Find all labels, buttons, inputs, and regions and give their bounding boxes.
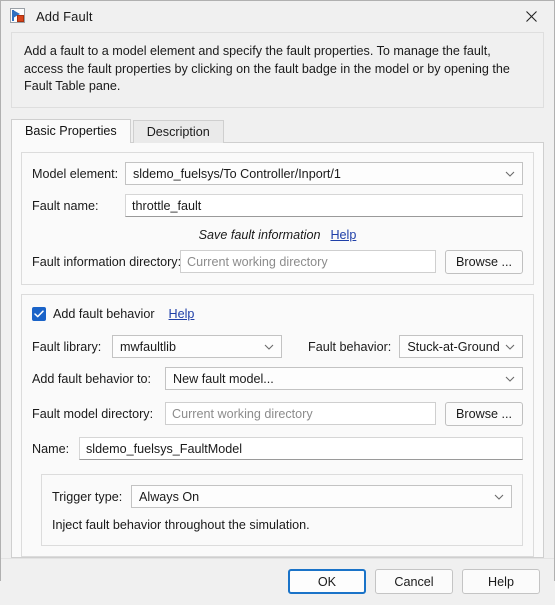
- chevron-down-icon: [505, 376, 515, 382]
- fault-name-input[interactable]: throttle_fault: [125, 194, 523, 217]
- add-fault-behavior-to-value: New fault model...: [173, 371, 274, 386]
- tab-description[interactable]: Description: [132, 119, 224, 143]
- fault-model-directory-row: Fault model directory: Current working d…: [32, 401, 523, 426]
- add-fault-behavior-label: Add fault behavior: [53, 306, 155, 321]
- fault-info-group: Model element: sldemo_fuelsys/To Control…: [21, 151, 534, 285]
- title-bar: Add Fault: [1, 1, 554, 32]
- add-fault-behavior-row: Add fault behavior Help: [32, 304, 523, 324]
- add-fault-behavior-to-row: Add fault behavior to: New fault model..…: [32, 367, 523, 391]
- save-fault-info-row: Save fault information Help: [32, 225, 523, 245]
- model-element-label: Model element:: [32, 166, 119, 181]
- add-fault-behavior-checkbox[interactable]: [32, 306, 46, 321]
- fault-library-row: Fault library: mwfaultlib Fault behavior…: [32, 335, 523, 359]
- fault-behavior-value: Stuck-at-Ground: [407, 339, 500, 354]
- add-fault-behavior-help-link[interactable]: Help: [169, 307, 195, 321]
- trigger-type-combo[interactable]: Always On: [131, 485, 512, 508]
- window-title: Add Fault: [36, 9, 93, 24]
- fault-badge-icon: [10, 8, 27, 25]
- fault-model-name-input[interactable]: sldemo_fuelsys_FaultModel: [79, 437, 523, 460]
- model-element-combo[interactable]: sldemo_fuelsys/To Controller/Inport/1: [125, 162, 523, 185]
- trigger-hint-row: Inject fault behavior throughout the sim…: [52, 516, 512, 534]
- trigger-hint: Inject fault behavior throughout the sim…: [52, 517, 310, 532]
- chevron-down-icon: [505, 344, 515, 350]
- save-fault-info-note: Save fault information: [198, 227, 321, 242]
- chevron-down-icon: [494, 494, 504, 500]
- fault-model-directory-placeholder: Current working directory: [172, 406, 313, 421]
- fault-library-combo[interactable]: mwfaultlib: [112, 335, 282, 358]
- save-fault-info-help-link[interactable]: Help: [330, 228, 356, 242]
- fault-info-directory-row: Fault information directory: Current wor…: [32, 249, 523, 274]
- fault-name-row: Fault name: throttle_fault: [32, 194, 523, 218]
- trigger-type-value: Always On: [139, 489, 200, 504]
- fault-info-directory-placeholder: Current working directory: [187, 254, 328, 269]
- add-fault-behavior-to-combo[interactable]: New fault model...: [165, 367, 523, 390]
- close-icon[interactable]: [509, 1, 554, 31]
- chevron-down-icon: [505, 171, 515, 177]
- fault-name-label: Fault name:: [32, 198, 99, 213]
- add-fault-dialog: Add Fault Add a fault to a model element…: [0, 0, 555, 605]
- cancel-button[interactable]: Cancel: [375, 569, 453, 594]
- model-element-value: sldemo_fuelsys/To Controller/Inport/1: [133, 166, 341, 181]
- fault-behavior-combo[interactable]: Stuck-at-Ground: [399, 335, 523, 358]
- fault-info-directory-input[interactable]: Current working directory: [180, 250, 436, 273]
- tab-strip: Basic Properties Description: [11, 118, 544, 143]
- help-button[interactable]: Help: [462, 569, 540, 594]
- tab-panel-basic-properties: Model element: sldemo_fuelsys/To Control…: [11, 141, 544, 558]
- tab-basic-properties[interactable]: Basic Properties: [11, 118, 131, 143]
- dialog-description: Add a fault to a model element and speci…: [11, 32, 544, 108]
- fault-model-name-row: Name: sldemo_fuelsys_FaultModel: [32, 437, 523, 461]
- trigger-group: Trigger type: Always On Inject fault beh…: [41, 473, 523, 546]
- fault-info-browse-button[interactable]: Browse ...: [445, 249, 523, 274]
- fault-model-name-value: sldemo_fuelsys_FaultModel: [86, 441, 243, 456]
- add-fault-behavior-to-label: Add fault behavior to:: [32, 371, 152, 386]
- fault-model-directory-label: Fault model directory:: [32, 406, 154, 421]
- fault-library-value: mwfaultlib: [120, 339, 176, 354]
- fault-model-directory-input[interactable]: Current working directory: [165, 402, 436, 425]
- ok-button[interactable]: OK: [288, 569, 366, 594]
- chevron-down-icon: [264, 344, 274, 350]
- fault-info-directory-label: Fault information directory:: [32, 254, 182, 269]
- fault-behavior-group: Add fault behavior Help Fault library: m…: [21, 293, 534, 557]
- fault-name-value: throttle_fault: [132, 198, 202, 213]
- fault-model-browse-button[interactable]: Browse ...: [445, 401, 523, 426]
- fault-library-label: Fault library:: [32, 339, 102, 354]
- fault-model-name-label: Name:: [32, 441, 70, 456]
- trigger-type-label: Trigger type:: [52, 489, 123, 504]
- fault-behavior-label: Fault behavior:: [308, 339, 392, 354]
- model-element-row: Model element: sldemo_fuelsys/To Control…: [32, 162, 523, 186]
- dialog-footer: OK Cancel Help: [1, 557, 554, 605]
- trigger-type-row: Trigger type: Always On: [52, 485, 512, 509]
